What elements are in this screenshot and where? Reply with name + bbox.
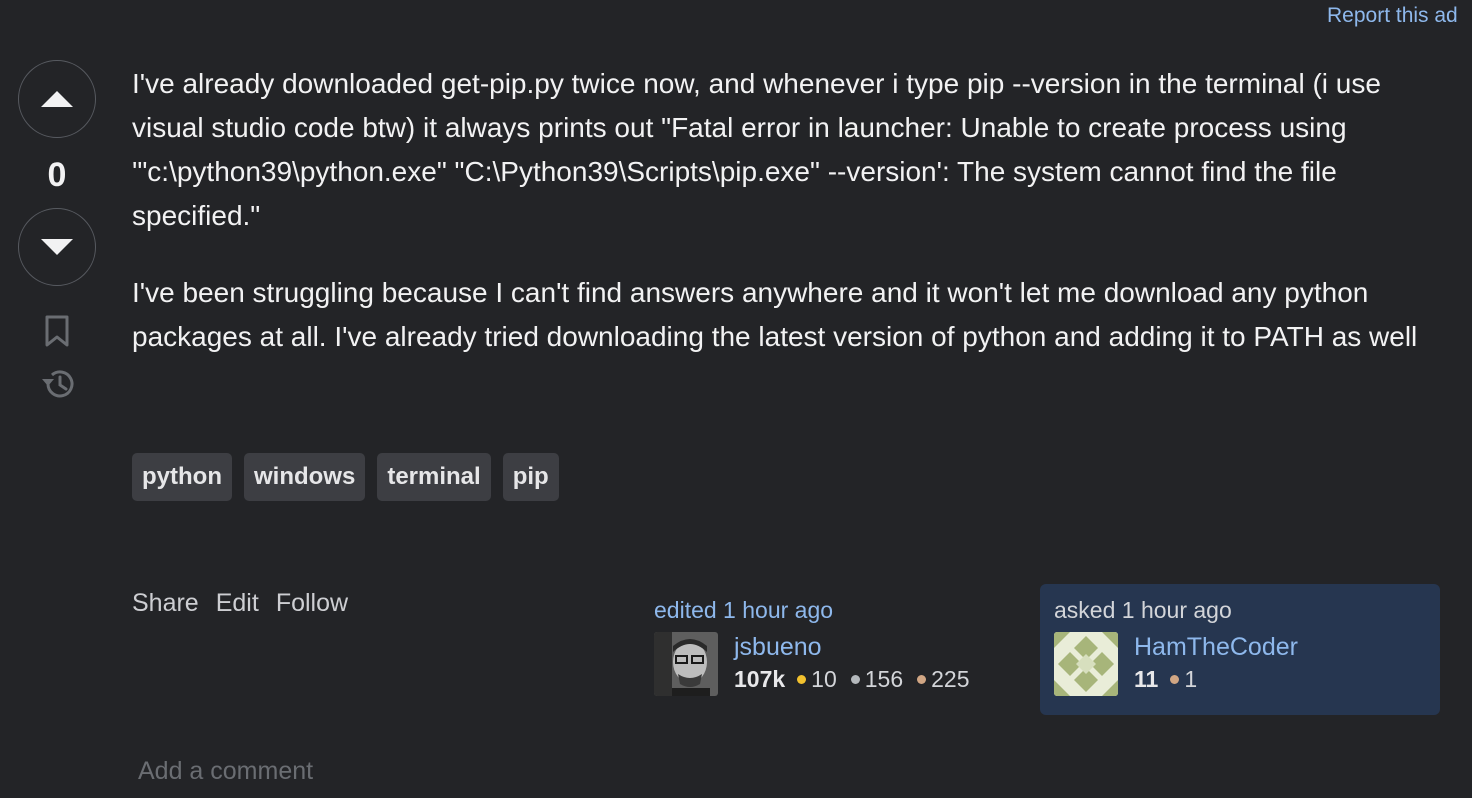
post-actions: Share Edit Follow — [132, 589, 348, 618]
tag-list: python windows terminal pip — [132, 453, 559, 501]
tag-terminal[interactable]: terminal — [377, 453, 491, 501]
silver-badge-count: 156 — [864, 666, 904, 692]
tag-windows[interactable]: windows — [243, 453, 366, 501]
question-body: I've already downloaded get-pip.py twice… — [132, 62, 1442, 392]
downvote-button[interactable] — [18, 208, 96, 286]
bronze-badge-count: 225 — [931, 666, 970, 692]
bronze-badge-icon — [1170, 675, 1180, 684]
gold-badge-count: 10 — [811, 666, 837, 692]
avatar[interactable] — [654, 632, 718, 696]
add-comment-link[interactable]: Add a comment — [138, 757, 313, 786]
arrow-down-icon — [41, 239, 73, 255]
report-ad-link[interactable]: Report this ad — [1327, 4, 1458, 28]
share-link[interactable]: Share — [132, 589, 199, 618]
owner-reputation: 11 1 — [1134, 666, 1298, 693]
bronze-badge-icon — [917, 675, 927, 684]
bookmark-icon[interactable] — [43, 314, 71, 348]
follow-link[interactable]: Follow — [276, 589, 348, 618]
arrow-up-icon — [41, 91, 73, 107]
tag-pip[interactable]: pip — [502, 453, 559, 501]
tag-python[interactable]: python — [132, 453, 232, 501]
reputation-score: 11 — [1134, 666, 1159, 692]
silver-badge-icon — [850, 675, 860, 684]
reputation-score: 107k — [734, 666, 786, 692]
vote-column: 0 — [18, 60, 100, 402]
editor-reputation: 107k 10 156 225 — [734, 666, 984, 693]
bronze-badge-count: 1 — [1184, 666, 1198, 692]
editor-name-link[interactable]: jsbueno — [734, 633, 822, 661]
vote-score: 0 — [47, 156, 67, 194]
avatar[interactable] — [1054, 632, 1118, 696]
gold-badge-icon — [797, 675, 807, 684]
history-icon[interactable] — [38, 366, 78, 402]
owner-name-link[interactable]: HamTheCoder — [1134, 633, 1298, 661]
question-paragraph: I've been struggling because I can't fin… — [132, 277, 1418, 352]
editor-card: edited 1 hour ago jsbueno 107k 10 156 22… — [640, 584, 1040, 715]
edit-link[interactable]: Edit — [216, 589, 259, 618]
edited-time-link[interactable]: edited 1 hour ago — [654, 597, 833, 623]
owner-card: asked 1 hour ago HamTheCoder 11 1 — [1040, 584, 1440, 715]
question-paragraph: I've already downloaded get-pip.py twice… — [132, 68, 1381, 231]
asked-time: asked 1 hour ago — [1054, 597, 1232, 623]
upvote-button[interactable] — [18, 60, 96, 138]
